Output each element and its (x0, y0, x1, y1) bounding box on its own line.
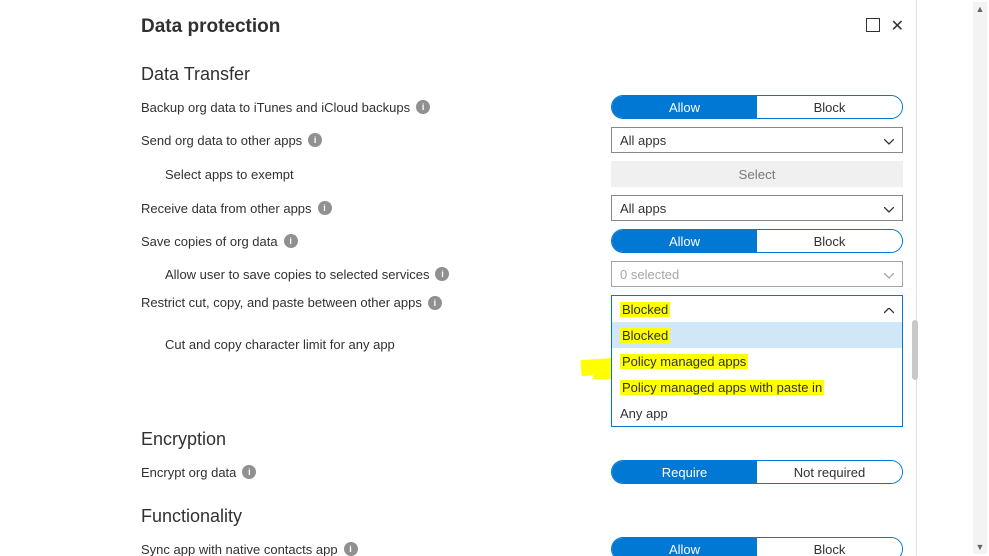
row-backup: Backup org data to iTunes and iCloud bac… (141, 91, 906, 123)
label-save-selected: Allow user to save copies to selected se… (165, 267, 429, 282)
dropdown-save-selected[interactable]: 0 selected (611, 261, 903, 287)
settings-panel: ✕ Data protection Data Transfer Backup o… (131, 0, 917, 556)
section-functionality: Functionality (141, 506, 906, 527)
dropdown-option-anyapp[interactable]: Any app (612, 400, 902, 426)
label-send-other: Send org data to other apps (141, 133, 302, 148)
dropdown-selected[interactable]: Blocked (612, 296, 902, 322)
scrollbar-track[interactable] (973, 16, 987, 540)
select-exempt-button[interactable]: Select (611, 161, 903, 187)
dropdown-list: Blocked Policy managed apps Policy manag… (612, 322, 902, 426)
label-encrypt: Encrypt org data (141, 465, 236, 480)
row-save-selected: Allow user to save copies to selected se… (141, 257, 906, 291)
toggle-encrypt[interactable]: Require Not required (611, 460, 903, 484)
toggle-block[interactable]: Block (757, 96, 902, 118)
label-backup: Backup org data to iTunes and iCloud bac… (141, 100, 410, 115)
toggle-allow[interactable]: Allow (612, 230, 757, 252)
dropdown-value: All apps (620, 201, 666, 216)
info-icon[interactable]: i (308, 133, 322, 147)
dropdown-receive[interactable]: All apps (611, 195, 903, 221)
scroll-down-arrow[interactable]: ▼ (973, 540, 987, 554)
window-scrollbar[interactable]: ▲ ▼ (973, 2, 987, 554)
info-icon[interactable]: i (284, 234, 298, 248)
scrollbar-thumb[interactable] (912, 320, 918, 380)
chevron-down-icon (884, 133, 894, 148)
dropdown-value: 0 selected (620, 267, 679, 282)
toggle-allow[interactable]: Allow (612, 538, 757, 556)
info-icon[interactable]: i (318, 201, 332, 215)
info-icon[interactable]: i (435, 267, 449, 281)
toggle-require[interactable]: Require (612, 461, 757, 483)
row-restrict: Restrict cut, copy, and paste between ot… (141, 291, 906, 431)
label-exempt: Select apps to exempt (165, 167, 294, 182)
row-receive: Receive data from other apps i All apps (141, 191, 906, 225)
dropdown-option-policy[interactable]: Policy managed apps (612, 348, 902, 374)
label-sync: Sync app with native contacts app (141, 542, 338, 556)
toggle-block[interactable]: Block (757, 230, 902, 252)
toggle-allow[interactable]: Allow (612, 96, 757, 118)
section-data-transfer: Data Transfer (141, 64, 906, 85)
dropdown-value: Blocked (620, 302, 670, 317)
label-restrict: Restrict cut, copy, and paste between ot… (141, 295, 422, 310)
chevron-down-icon (884, 201, 894, 216)
toggle-block[interactable]: Block (757, 538, 902, 556)
info-icon[interactable]: i (416, 100, 430, 114)
chevron-down-icon (884, 267, 894, 282)
toggle-not-required[interactable]: Not required (757, 461, 902, 483)
dropdown-option-blocked[interactable]: Blocked (612, 322, 902, 348)
toggle-backup[interactable]: Allow Block (611, 95, 903, 119)
info-icon[interactable]: i (428, 296, 442, 310)
dropdown-restrict[interactable]: Blocked Blocked Policy managed apps Poli… (611, 295, 903, 427)
row-exempt: Select apps to exempt Select (141, 157, 906, 191)
info-icon[interactable]: i (242, 465, 256, 479)
toggle-save-copies[interactable]: Allow Block (611, 229, 903, 253)
row-send-other: Send org data to other apps i All apps (141, 123, 906, 157)
dropdown-option-policy-paste[interactable]: Policy managed apps with paste in (612, 374, 902, 400)
label-receive: Receive data from other apps (141, 201, 312, 216)
scroll-up-arrow[interactable]: ▲ (973, 2, 987, 16)
page-title: Data protection (131, 0, 916, 46)
maximize-icon[interactable] (866, 18, 880, 32)
dropdown-send-other[interactable]: All apps (611, 127, 903, 153)
info-icon[interactable]: i (344, 542, 358, 556)
label-save-copies: Save copies of org data (141, 234, 278, 249)
chevron-up-icon (884, 302, 894, 317)
row-sync: Sync app with native contacts app i Allo… (141, 533, 906, 556)
dropdown-value: All apps (620, 133, 666, 148)
row-encrypt: Encrypt org data i Require Not required (141, 456, 906, 488)
row-save-copies: Save copies of org data i Allow Block (141, 225, 906, 257)
panel-scrollbar[interactable] (902, 0, 918, 556)
toggle-sync[interactable]: Allow Block (611, 537, 903, 556)
section-encryption: Encryption (141, 429, 906, 450)
